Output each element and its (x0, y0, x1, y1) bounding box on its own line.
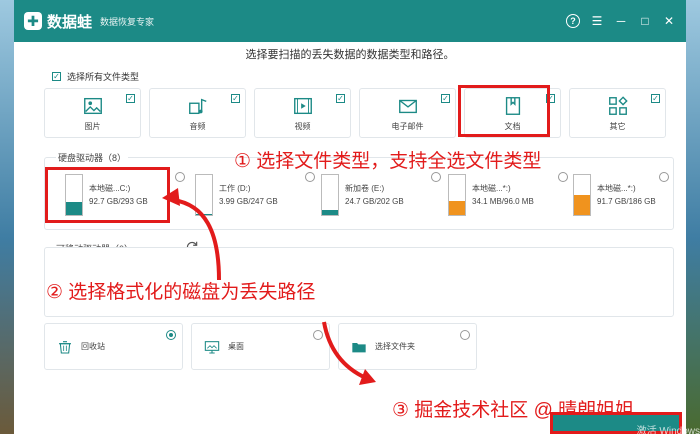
drive-icon (573, 174, 591, 216)
app-subtitle: 数据恢复专家 (100, 16, 155, 27)
drive-item[interactable]: 新加卷 (E:) 24.7 GB/202 GB (321, 172, 441, 218)
drive-size: 91.7 GB/186 GB (597, 197, 656, 206)
location-label: 选择文件夹 (375, 342, 415, 351)
windows-activation-watermark: 激活 Windows (636, 426, 700, 434)
minimize-icon[interactable]: ─ (614, 14, 628, 28)
hard-drives-title: 硬盘驱动器（8） (56, 151, 129, 164)
file-type-label: 其它 (609, 121, 626, 131)
file-type-label: 电子邮件 (391, 121, 424, 131)
location-desktop[interactable]: 桌面 (191, 323, 330, 370)
maximize-icon[interactable]: □ (638, 14, 652, 28)
help-icon[interactable]: ? (566, 14, 580, 28)
drive-radio[interactable] (558, 172, 568, 182)
drive-usage-fill (322, 210, 338, 215)
drive-icon (321, 174, 339, 216)
file-type-video[interactable]: ✓ 视频 (254, 88, 351, 138)
drive-name: 工作 (D:) (219, 184, 251, 193)
page-heading: 选择要扫描的丢失数据的数据类型和路径。 (245, 49, 455, 61)
email-icon (398, 99, 417, 113)
drive-item[interactable]: 工作 (D:) 3.99 GB/247 GB (195, 172, 315, 218)
folder-icon (352, 342, 366, 352)
highlight-box-drive-c (45, 167, 170, 223)
file-type-other[interactable]: ✓ 其它 (569, 88, 666, 138)
video-icon (293, 97, 312, 114)
location-radio[interactable] (166, 330, 176, 340)
image-icon (83, 97, 102, 114)
highlight-box-document (458, 85, 550, 137)
drive-name: 本地磁...*:) (472, 184, 511, 193)
drive-size: 24.7 GB/202 GB (345, 197, 404, 206)
drive-icon (195, 174, 213, 216)
title-bar: ✚ 数据蛙 数据恢复专家 ? ☰ ─ □ ✕ (14, 0, 686, 42)
desktop-background-right (686, 0, 700, 434)
drive-name: 本地磁...*:) (597, 184, 636, 193)
audio-icon (188, 98, 207, 114)
drive-radio[interactable] (305, 172, 315, 182)
arrow-head-scan (359, 369, 376, 385)
file-type-image[interactable]: ✓ 图片 (44, 88, 141, 138)
checkbox-icon[interactable]: ✓ (231, 94, 240, 103)
drive-size: 3.99 GB/247 GB (219, 197, 278, 206)
file-type-label: 音频 (189, 121, 206, 131)
location-list: 回收站 桌面 选择文件夹 (44, 323, 477, 370)
file-type-label: 图片 (84, 121, 101, 131)
file-type-email[interactable]: ✓ 电子邮件 (359, 88, 456, 138)
checkbox-icon[interactable]: ✓ (441, 94, 450, 103)
select-all-checkbox[interactable]: ✓ 选择所有文件类型 (52, 70, 139, 83)
close-icon[interactable]: ✕ (662, 14, 676, 28)
location-label: 回收站 (81, 342, 105, 351)
desktop-icon (204, 340, 220, 354)
app-window: ✚ 数据蛙 数据恢复专家 ? ☰ ─ □ ✕ 选择要扫描的丢失数据的数据类型和路… (14, 0, 686, 434)
app-name: 数据蛙 (47, 13, 93, 31)
menu-icon[interactable]: ☰ (590, 14, 604, 28)
file-type-list: ✓ 图片 ✓ 音频 ✓ 视频 ✓ 电子邮件 ✓ 文档 ✓ 其它 (44, 88, 666, 138)
annotation-step-1: ① 选择文件类型，支持全选文件类型 (234, 151, 542, 172)
annotation-step-2: ② 选择格式化的磁盘为丢失路径 (46, 282, 316, 303)
window-controls: ? ☰ ─ □ ✕ (566, 14, 676, 28)
file-type-audio[interactable]: ✓ 音频 (149, 88, 246, 138)
checkbox-icon[interactable]: ✓ (651, 94, 660, 103)
drive-usage-fill (196, 214, 212, 215)
drive-radio[interactable] (659, 172, 669, 182)
location-recycle-bin[interactable]: 回收站 (44, 323, 183, 370)
checkbox-icon[interactable]: ✓ (52, 72, 61, 81)
logo-icon: ✚ (24, 12, 42, 30)
location-radio[interactable] (313, 330, 323, 340)
drive-size: 34.1 MB/96.0 MB (472, 197, 534, 206)
desktop-background-left (0, 0, 14, 434)
checkbox-icon[interactable]: ✓ (336, 94, 345, 103)
drive-icon (448, 174, 466, 216)
file-type-label: 视频 (294, 121, 311, 131)
drive-radio[interactable] (431, 172, 441, 182)
drive-item[interactable]: 本地磁...*:) 91.7 GB/186 GB (573, 172, 669, 218)
location-select-folder[interactable]: 选择文件夹 (338, 323, 477, 370)
drive-radio[interactable] (175, 172, 185, 182)
select-all-label: 选择所有文件类型 (67, 72, 140, 82)
drive-name: 新加卷 (E:) (345, 184, 385, 193)
recycle-bin-icon (59, 340, 71, 354)
location-radio[interactable] (460, 330, 470, 340)
location-label: 桌面 (228, 342, 244, 351)
other-icon (608, 95, 628, 115)
checkbox-icon[interactable]: ✓ (126, 94, 135, 103)
drive-item[interactable]: 本地磁...*:) 34.1 MB/96.0 MB (448, 172, 568, 218)
drive-usage-fill (574, 195, 590, 215)
drive-usage-fill (449, 200, 465, 215)
